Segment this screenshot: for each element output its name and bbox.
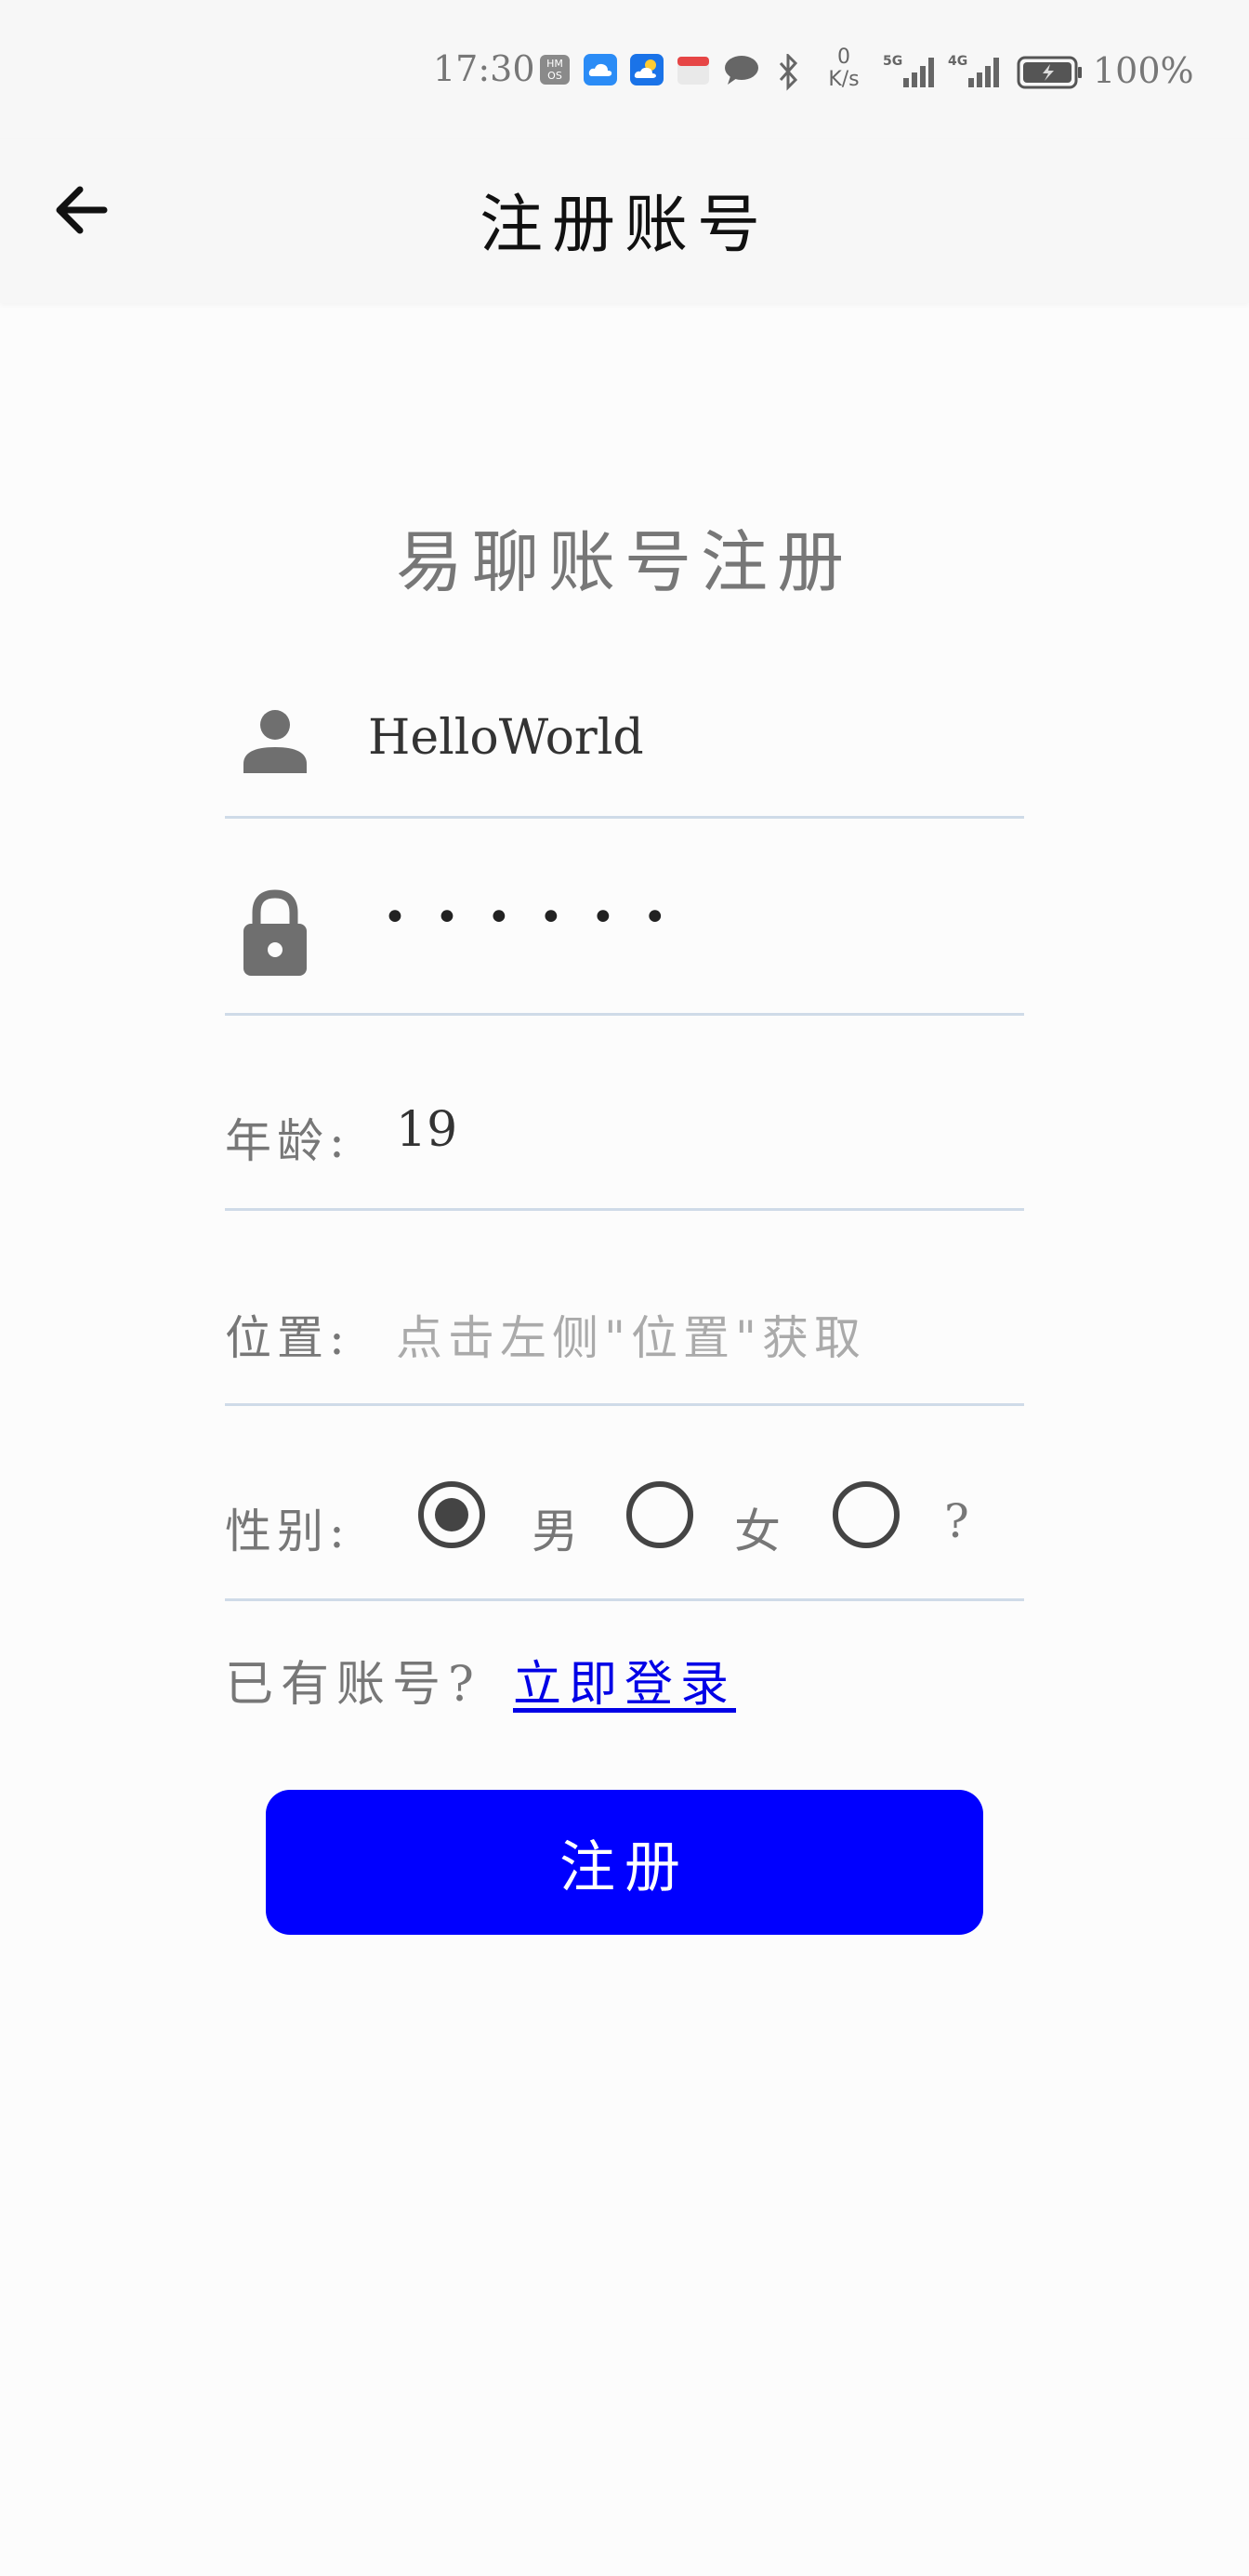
battery-percentage: 100% <box>1093 50 1194 91</box>
gender-radio-female[interactable] <box>626 1481 693 1548</box>
svg-text:5G: 5G <box>883 54 902 69</box>
username-input[interactable]: HelloWorld <box>368 710 644 766</box>
cloud-icon <box>584 54 617 85</box>
register-button[interactable]: 注册 <box>266 1790 983 1935</box>
form-heading: 易聊账号注册 <box>395 523 853 601</box>
person-icon <box>243 710 307 773</box>
svg-text:OS: OS <box>547 70 562 82</box>
signal-icon: 4G <box>948 54 999 87</box>
login-link[interactable]: 立即登录 <box>513 1645 736 1715</box>
location-input[interactable]: 点击左侧"位置"获取 <box>396 1301 866 1368</box>
net-speed: 0 K/s <box>828 46 860 91</box>
divider <box>225 1013 1024 1016</box>
battery-icon <box>1017 56 1082 89</box>
bluetooth-icon <box>779 54 798 91</box>
lock-icon <box>243 889 307 976</box>
divider <box>225 1403 1024 1406</box>
message-icon <box>725 56 758 85</box>
divider <box>225 1208 1024 1211</box>
gender-option-label: ? <box>944 1494 969 1548</box>
login-prompt: 已有账号? <box>225 1657 481 1713</box>
gender-option-label: 男 <box>532 1505 578 1558</box>
page-title: 注册账号 <box>479 189 769 262</box>
weather-icon <box>630 54 664 85</box>
status-time: 17:30 <box>433 48 535 89</box>
gender-label: 性别: <box>225 1505 350 1558</box>
age-input[interactable]: 19 <box>396 1102 457 1158</box>
password-input[interactable]: •••••• <box>383 894 695 941</box>
location-button[interactable]: 位置: <box>225 1301 350 1368</box>
radio-selected-dot <box>435 1498 468 1531</box>
divider <box>225 1598 1024 1601</box>
calendar-icon <box>677 57 709 85</box>
gender-option-label: 女 <box>734 1505 781 1558</box>
hmos-icon: HM OS <box>540 55 570 85</box>
divider <box>225 816 1024 819</box>
svg-text:4G: 4G <box>948 54 967 69</box>
svg-text:HM: HM <box>546 58 563 70</box>
signal-icon: 5G <box>883 54 934 87</box>
gender-radio-other[interactable] <box>833 1481 900 1548</box>
age-label: 年龄: <box>225 1114 350 1168</box>
gender-radio-male[interactable] <box>418 1481 485 1548</box>
